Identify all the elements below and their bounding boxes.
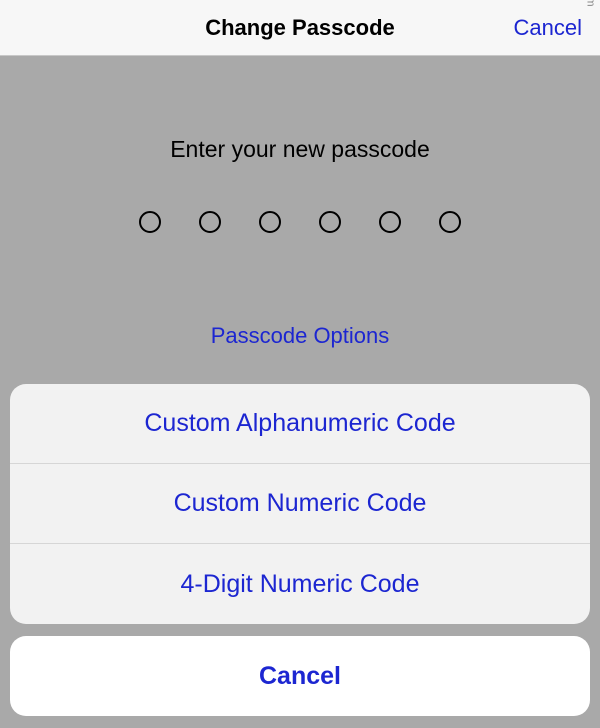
passcode-dot (199, 211, 221, 233)
navbar-cancel-button[interactable]: Cancel (514, 15, 582, 41)
action-sheet-options: Custom Alphanumeric Code Custom Numeric … (10, 384, 590, 624)
passcode-dots (0, 211, 600, 233)
option-4-digit-numeric[interactable]: 4-Digit Numeric Code (10, 544, 590, 624)
passcode-dot (139, 211, 161, 233)
option-custom-numeric[interactable]: Custom Numeric Code (10, 464, 590, 544)
navigation-bar: Change Passcode Cancel (0, 0, 600, 56)
passcode-dot (319, 211, 341, 233)
option-custom-alphanumeric[interactable]: Custom Alphanumeric Code (10, 384, 590, 464)
passcode-dot (379, 211, 401, 233)
passcode-dot (259, 211, 281, 233)
passcode-options-link[interactable]: Passcode Options (0, 323, 600, 349)
passcode-dot (439, 211, 461, 233)
action-sheet: Custom Alphanumeric Code Custom Numeric … (0, 376, 600, 728)
page-title: Change Passcode (205, 15, 395, 41)
watermark-text: wsxdn.com (585, 0, 597, 7)
prompt-text: Enter your new passcode (0, 136, 600, 163)
content-area: Enter your new passcode Passcode Options (0, 56, 600, 349)
action-sheet-cancel-button[interactable]: Cancel (10, 636, 590, 716)
